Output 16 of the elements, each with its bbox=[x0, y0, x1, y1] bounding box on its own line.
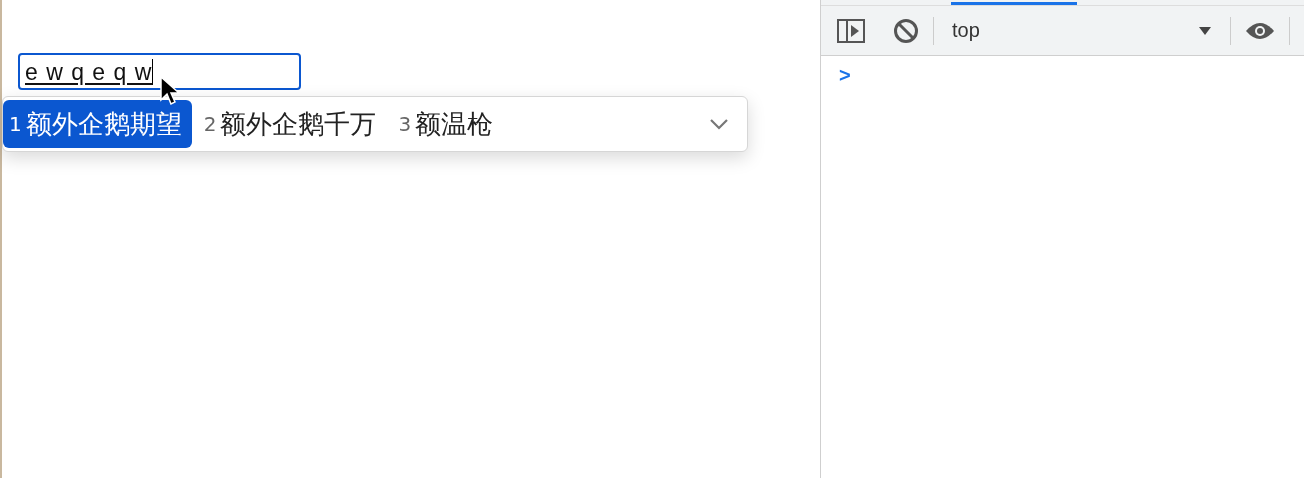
candidate[interactable]: 2 额外企鹅千万 bbox=[197, 100, 387, 148]
chevron-down-icon[interactable] bbox=[709, 118, 729, 130]
console-prompt[interactable]: > bbox=[839, 64, 1304, 87]
candidate[interactable]: 3 额温枪 bbox=[392, 100, 504, 148]
clear-console-icon[interactable] bbox=[893, 17, 919, 44]
candidate-number: 3 bbox=[398, 112, 412, 136]
candidate-text: 额温枪 bbox=[415, 107, 494, 141]
eye-icon[interactable] bbox=[1245, 20, 1275, 41]
candidate-text: 额外企鹅千万 bbox=[220, 107, 377, 141]
candidate-text: 额外企鹅期望 bbox=[25, 107, 182, 141]
candidate[interactable]: 1 额外企鹅期望 bbox=[3, 100, 192, 148]
candidate-number: 2 bbox=[203, 112, 217, 136]
context-label: top bbox=[952, 19, 981, 42]
candidate-number: 1 bbox=[9, 112, 22, 136]
sidebar-toggle-icon[interactable] bbox=[837, 18, 865, 43]
dropdown-arrow-icon bbox=[1198, 25, 1212, 36]
